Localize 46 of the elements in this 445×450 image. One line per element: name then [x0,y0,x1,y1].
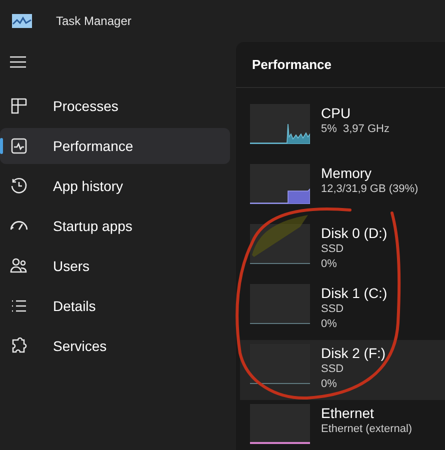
device-detail: Ethernet (external) [321,422,412,437]
device-detail: SSD [321,302,345,317]
device-row[interactable]: Disk 0 (D:) SSD 0% [240,220,445,280]
disk-graph [250,344,310,384]
device-name: Disk 2 (F:) [321,344,386,362]
device-detail: 5% 3,97 GHz [321,122,390,137]
device-detail: 0% [321,317,338,332]
panel-title: Performance [252,56,332,74]
nav-item[interactable]: Startup apps [0,208,230,244]
gauge-icon [10,221,28,231]
disk-graph [250,224,310,264]
device-name: Disk 0 (D:) [321,224,388,242]
device-row[interactable]: Disk 2 (F:) SSD 0% [240,340,445,400]
menu-icon [10,56,26,68]
highlighter-mark [250,213,310,258]
device-detail: 12,3/31,9 GB (39%) [321,182,418,197]
device-detail: 0% [321,377,338,392]
pulse-icon [10,137,28,155]
nav-item[interactable]: Users [0,248,230,284]
device-row[interactable]: Ethernet Ethernet (external) [240,400,445,450]
nav-item[interactable]: App history [0,168,230,204]
device-row[interactable]: Memory 12,3/31,9 GB (39%) [240,160,445,220]
selection-indicator [0,138,3,154]
device-name: Memory [321,164,373,182]
disk-graph [250,284,310,324]
app-logo-icon [12,14,32,28]
puzzle-icon [10,337,28,355]
grid-icon [10,97,28,115]
device-name: Disk 1 (C:) [321,284,388,302]
device-name: Ethernet [321,404,375,422]
device-detail: SSD [321,242,345,257]
device-detail: 0% [321,257,338,272]
nav-item[interactable]: Processes [0,88,230,124]
cpu-graph [250,104,310,144]
device-name: CPU [321,104,352,122]
device-detail: SSD [321,362,345,377]
device-row[interactable]: Disk 1 (C:) SSD 0% [240,280,445,340]
nav-item[interactable]: Services [0,328,230,364]
memory-graph [250,164,310,204]
network-graph [250,404,310,444]
window-title: Task Manager [56,13,132,30]
nav-item[interactable]: Details [0,288,230,324]
device-row[interactable]: CPU 5% 3,97 GHz [240,100,445,160]
users-icon [10,257,28,275]
nav-item[interactable]: Performance [0,128,230,164]
history-icon [10,177,28,195]
